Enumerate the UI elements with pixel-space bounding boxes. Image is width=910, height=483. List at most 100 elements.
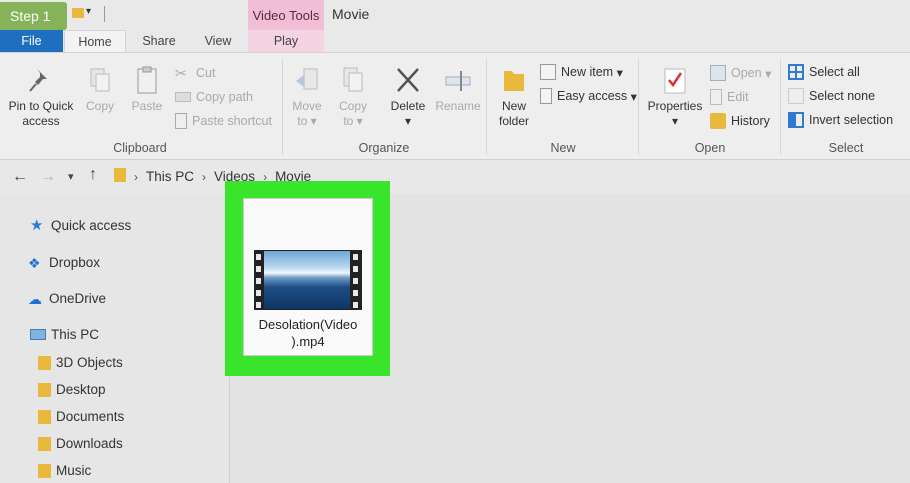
recent-locations-chevron-icon[interactable]: ▾ xyxy=(68,170,74,183)
select-all-button[interactable]: Select all xyxy=(788,63,860,81)
move-to-label-line1: Move xyxy=(292,99,322,113)
nav-item-dropbox[interactable]: ❖ Dropbox xyxy=(28,255,100,270)
music-folder-icon xyxy=(38,463,51,478)
rename-label: Rename xyxy=(435,99,481,113)
nav-item-desktop[interactable]: Desktop xyxy=(38,382,106,397)
new-group-label: New xyxy=(550,141,576,155)
film-sprocket xyxy=(353,266,358,272)
toolbar-separator xyxy=(104,6,105,22)
scissors-icon: ✂ xyxy=(175,65,187,81)
easy-access-button[interactable]: Easy access ▾ xyxy=(540,87,637,105)
select-none-button[interactable]: Select none xyxy=(788,87,875,105)
window-title: Movie xyxy=(332,6,370,22)
delete-x-icon xyxy=(397,68,419,92)
address-folder-icon xyxy=(114,168,126,182)
nav-item-3d-objects[interactable]: 3D Objects xyxy=(38,355,123,370)
forward-arrow-icon[interactable]: → xyxy=(40,168,56,186)
organize-group: Move to ▾ Copy to ▾ Delete ▾ Rename Orga… xyxy=(284,53,484,161)
edit-button[interactable]: Edit xyxy=(710,88,749,106)
copy-path-icon xyxy=(175,92,191,102)
nav-item-label: Music xyxy=(56,463,92,478)
copy-button[interactable]: Copy xyxy=(82,65,118,114)
select-group: Select all Select none Invert selection … xyxy=(782,53,910,161)
film-sprocket xyxy=(353,290,358,296)
delete-button[interactable]: Delete ▾ xyxy=(384,65,432,129)
nav-item-downloads[interactable]: Downloads xyxy=(38,436,123,451)
paste-label: Paste xyxy=(131,99,163,113)
select-all-label: Select all xyxy=(809,65,860,79)
film-sprocket xyxy=(353,254,358,260)
cut-button[interactable]: ✂ Cut xyxy=(175,64,215,82)
ribbon-separator xyxy=(486,59,487,155)
edit-label: Edit xyxy=(727,90,749,104)
clipboard-group-label: Clipboard xyxy=(113,141,167,155)
properties-button[interactable]: Properties ▾ xyxy=(644,65,706,129)
pin-to-quick-access-button[interactable]: Pin to Quick access xyxy=(6,65,76,129)
open-label: Open xyxy=(731,66,762,80)
history-button[interactable]: History xyxy=(710,112,770,130)
film-sprocket xyxy=(353,278,358,284)
ribbon-separator xyxy=(282,59,283,155)
contextual-tab-video-tools: Video Tools xyxy=(248,0,324,30)
nav-item-onedrive[interactable]: ☁ OneDrive xyxy=(28,291,106,306)
select-group-label: Select xyxy=(828,141,864,155)
nav-item-label: OneDrive xyxy=(49,291,107,306)
downloads-folder-icon xyxy=(38,436,51,451)
select-none-label: Select none xyxy=(809,89,876,103)
star-icon: ★ xyxy=(30,216,44,234)
rename-button[interactable]: Rename xyxy=(434,65,482,114)
history-label: History xyxy=(731,114,770,128)
quick-access-folder-icon[interactable] xyxy=(72,8,84,18)
edit-icon xyxy=(710,89,722,105)
tab-view[interactable]: View xyxy=(196,30,240,52)
video-thumbnail-image xyxy=(264,251,350,309)
film-sprocket xyxy=(256,254,261,260)
desktop-folder-icon xyxy=(38,382,51,397)
nav-item-quick-access[interactable]: ★ Quick access xyxy=(30,216,131,234)
organize-group-label: Organize xyxy=(358,141,410,155)
select-none-icon xyxy=(788,88,804,104)
move-to-button[interactable]: Move to ▾ xyxy=(288,65,326,129)
copy-path-button[interactable]: Copy path xyxy=(175,88,253,106)
invert-selection-button[interactable]: Invert selection xyxy=(788,111,893,129)
tab-home[interactable]: Home xyxy=(64,30,126,52)
film-sprocket xyxy=(256,302,261,308)
paste-shortcut-label: Paste shortcut xyxy=(192,114,272,128)
file-name: Desolation(Video ).mp4 xyxy=(248,316,368,350)
3d-objects-icon xyxy=(38,355,51,370)
back-arrow-icon[interactable]: ← xyxy=(12,168,28,186)
new-item-button[interactable]: New item ▾ xyxy=(540,63,623,81)
file-name-line1: Desolation(Video xyxy=(258,317,358,332)
properties-label: Properties xyxy=(647,99,703,113)
step-badge: Step 1 xyxy=(0,2,67,30)
film-sprocket xyxy=(256,266,261,272)
paste-shortcut-button[interactable]: Paste shortcut xyxy=(175,112,272,130)
dropbox-icon: ❖ xyxy=(28,254,41,271)
new-folder-icon xyxy=(504,71,524,91)
nav-item-documents[interactable]: Documents xyxy=(38,409,124,424)
paste-button[interactable]: Paste xyxy=(126,65,168,114)
nav-item-music[interactable]: Music xyxy=(38,463,91,478)
copy-to-button[interactable]: Copy to ▾ xyxy=(334,65,372,129)
tab-share[interactable]: Share xyxy=(135,30,183,52)
pin-label-line2: access xyxy=(22,114,60,128)
breadcrumb-this-pc[interactable]: This PC xyxy=(146,169,194,184)
copy-to-label-line1: Copy xyxy=(338,99,367,113)
nav-item-label: Downloads xyxy=(56,436,123,451)
copy-icon xyxy=(90,68,110,92)
title-bar xyxy=(0,0,910,30)
new-folder-button[interactable]: New folder xyxy=(494,65,534,129)
open-button[interactable]: Open ▾ xyxy=(710,64,771,82)
film-sprocket xyxy=(353,302,358,308)
up-arrow-icon[interactable]: ↑ xyxy=(89,166,97,184)
tab-file[interactable]: File xyxy=(0,30,63,52)
tab-play[interactable]: Play xyxy=(248,30,324,52)
quick-access-dropdown-icon[interactable]: ▾ xyxy=(86,6,91,17)
film-sprocket xyxy=(256,290,261,296)
invert-selection-label: Invert selection xyxy=(809,113,894,127)
move-to-label-line2: to xyxy=(297,114,308,128)
paste-shortcut-icon xyxy=(175,113,187,129)
open-group: Properties ▾ Open ▾ Edit History Open xyxy=(640,53,780,161)
new-item-icon xyxy=(540,64,556,80)
nav-item-this-pc[interactable]: This PC xyxy=(30,327,99,342)
